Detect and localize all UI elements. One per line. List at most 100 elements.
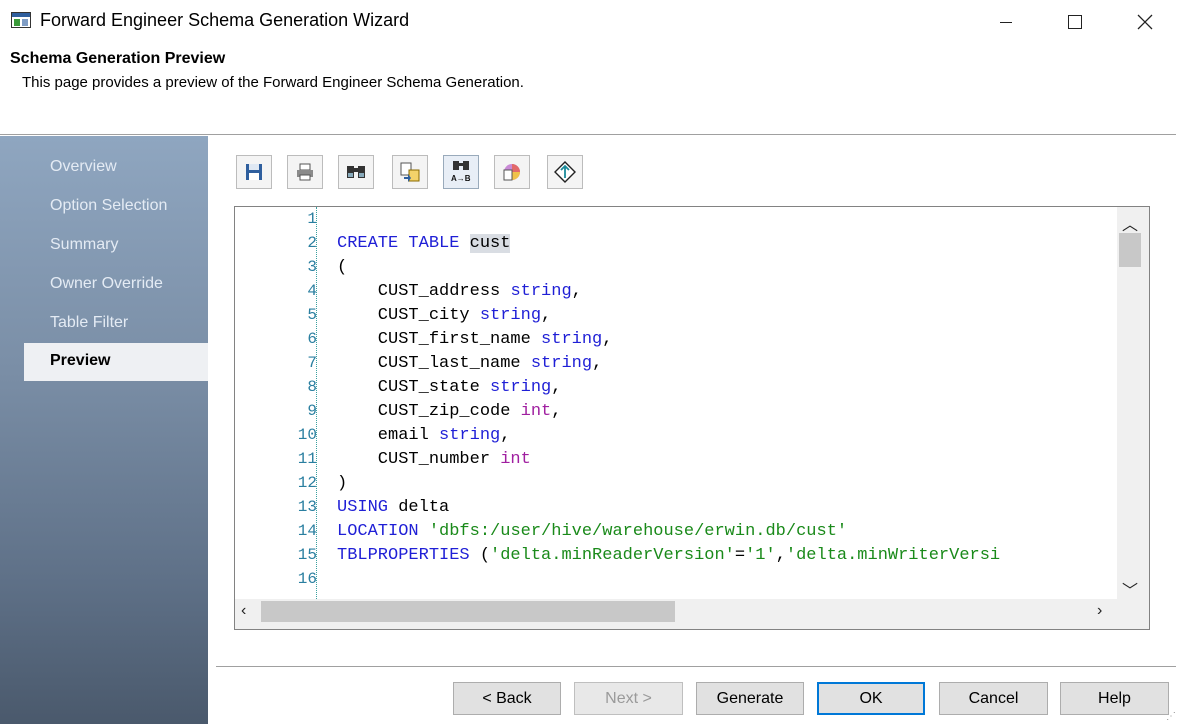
line-number: 10 xyxy=(297,426,317,444)
code-token: USING xyxy=(337,498,389,517)
print-icon xyxy=(297,163,313,181)
code-token: CUST_zip_code xyxy=(337,402,521,421)
close-icon xyxy=(1137,14,1153,30)
page-description: This page provides a preview of the Forw… xyxy=(22,74,524,91)
code-token: int xyxy=(520,402,552,421)
wizard-sidebar xyxy=(0,136,208,724)
sidebar-item-preview[interactable]: Preview xyxy=(24,343,208,381)
line-number: 13 xyxy=(297,498,317,516)
code-token: delta xyxy=(388,498,450,517)
find-replace-icon: A→B xyxy=(451,161,471,183)
line-number: 15 xyxy=(297,546,317,564)
window-title: Forward Engineer Schema Generation Wizar… xyxy=(40,10,410,30)
svg-text:A→B: A→B xyxy=(451,174,471,183)
scroll-left-icon[interactable]: ‹ xyxy=(241,602,246,620)
sidebar-item-option-selection[interactable]: Option Selection xyxy=(50,197,167,215)
navigate-button[interactable] xyxy=(547,155,583,189)
line-number: 7 xyxy=(307,354,317,372)
line-number: 6 xyxy=(307,330,317,348)
minimize-button[interactable] xyxy=(983,0,1029,44)
code-token: ( xyxy=(479,546,491,565)
sidebar-item-owner-override[interactable]: Owner Override xyxy=(50,275,163,293)
code-token: , xyxy=(571,282,582,301)
line-number: 2 xyxy=(307,234,317,252)
save-icon xyxy=(246,164,262,180)
code-line: LOCATION 'dbfs:/user/hive/warehouse/erwi… xyxy=(337,522,847,541)
code-line: CREATE TABLE cust xyxy=(337,234,511,253)
scroll-down-icon[interactable]: ﹀ xyxy=(1122,577,1138,601)
line-number-gutter: 1 2 3 4 5 6 7 8 9 10 11 12 13 14 15 16 xyxy=(235,207,317,599)
code-token: , xyxy=(500,426,511,445)
code-token: string xyxy=(530,354,593,373)
scroll-up-icon[interactable]: ︿ xyxy=(1122,211,1138,235)
code-token: string xyxy=(479,306,542,325)
code-line: ( xyxy=(337,258,347,277)
code-token: int xyxy=(500,450,531,469)
header-divider xyxy=(0,134,1176,135)
find-button[interactable] xyxy=(338,155,374,189)
code-token: , xyxy=(551,378,562,397)
palette-icon xyxy=(503,164,520,181)
sidebar-item-table-filter[interactable]: Table Filter xyxy=(50,314,128,332)
sql-preview-editor[interactable]: 1 2 3 4 5 6 7 8 9 10 11 12 13 14 15 16 CREATE TABLE cus… xyxy=(234,206,1150,630)
code-line: TBLPROPERTIES ('delta.minReaderVersion'=… xyxy=(337,546,1000,565)
code-token: CUST_city xyxy=(337,306,480,325)
code-token: string xyxy=(490,378,552,397)
code-token: cust xyxy=(469,234,511,253)
code-token: , xyxy=(775,546,786,565)
line-number: 11 xyxy=(297,450,317,468)
code-line: USING delta xyxy=(337,498,449,517)
horizontal-scroll-thumb[interactable] xyxy=(261,601,675,622)
app-icon xyxy=(11,12,31,28)
line-number: 3 xyxy=(307,258,317,276)
line-number: 1 xyxy=(307,210,317,228)
save-button[interactable] xyxy=(236,155,272,189)
print-button[interactable] xyxy=(287,155,323,189)
code-line: CUST_first_name string, xyxy=(337,330,613,349)
vertical-scroll-thumb[interactable] xyxy=(1119,233,1141,267)
code-line: CUST_zip_code int, xyxy=(337,402,562,421)
code-area[interactable]: CREATE TABLE cust( CUST_address string, … xyxy=(337,207,1117,599)
code-line: ) xyxy=(337,474,347,493)
code-token: CUST_number xyxy=(337,450,501,469)
sidebar-item-overview[interactable]: Overview xyxy=(50,158,117,176)
code-line: CUST_state string, xyxy=(337,378,562,397)
code-line: CUST_last_name string, xyxy=(337,354,602,373)
code-line: CUST_address string, xyxy=(337,282,582,301)
code-token: 'dbfs:/user/hive/warehouse/erwin.db/cust… xyxy=(428,522,848,541)
code-token: , xyxy=(592,354,603,373)
next-button[interactable]: Next > xyxy=(574,682,683,715)
code-token: ) xyxy=(337,474,348,493)
code-token: 'delta.minReaderVersion' xyxy=(490,546,735,565)
line-number: 9 xyxy=(307,402,317,420)
vertical-scrollbar[interactable]: ︿ ﹀ xyxy=(1117,207,1149,601)
minimize-icon xyxy=(1000,21,1012,23)
code-line: CUST_city string, xyxy=(337,306,551,325)
palette-button[interactable] xyxy=(494,155,530,189)
maximize-button[interactable] xyxy=(1052,0,1098,44)
code-token: ( xyxy=(337,258,348,277)
help-button[interactable]: Help xyxy=(1060,682,1169,715)
back-button[interactable]: < Back xyxy=(453,682,561,715)
code-token: CUST_state xyxy=(337,378,491,397)
page-title: Schema Generation Preview xyxy=(10,50,226,67)
resize-grip-icon[interactable]: ⋰ xyxy=(1166,711,1176,722)
code-token: string xyxy=(510,282,572,301)
copy-button[interactable] xyxy=(392,155,428,189)
close-button[interactable] xyxy=(1122,0,1168,44)
code-line: email string, xyxy=(337,426,511,445)
line-number: 5 xyxy=(307,306,317,324)
horizontal-scrollbar[interactable]: ‹ › xyxy=(235,599,1117,629)
cancel-button[interactable]: Cancel xyxy=(939,682,1048,715)
line-number: 16 xyxy=(297,570,317,588)
code-line: CUST_number int xyxy=(337,450,531,469)
scroll-corner xyxy=(1117,599,1149,629)
sidebar-item-summary[interactable]: Summary xyxy=(50,236,118,254)
code-token: CREATE TABLE xyxy=(337,234,470,253)
ok-button[interactable]: OK xyxy=(817,682,925,715)
scroll-right-icon[interactable]: › xyxy=(1097,602,1102,620)
code-token: string xyxy=(541,330,603,349)
find-replace-button[interactable]: A→B xyxy=(443,155,479,189)
code-token: , xyxy=(551,402,562,421)
generate-button[interactable]: Generate xyxy=(696,682,804,715)
